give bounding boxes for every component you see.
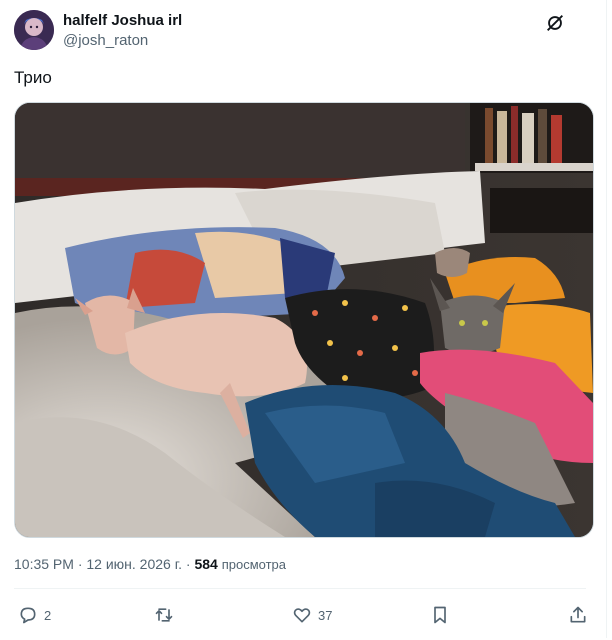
meta-separator: · xyxy=(77,556,83,572)
tweet-card: halfelf Joshua irl @josh_raton Трио 10:3… xyxy=(0,0,607,638)
tweet-date[interactable]: 12 июн. 2026 г. xyxy=(86,556,182,572)
reply-icon xyxy=(20,607,36,624)
like-button[interactable]: 37 xyxy=(292,602,332,628)
action-bar: 2 37 xyxy=(14,596,586,634)
bookmark-icon xyxy=(434,606,446,624)
share-button[interactable] xyxy=(568,602,588,628)
views-label: просмотра xyxy=(221,557,287,572)
tweet-photo[interactable] xyxy=(14,102,594,538)
tweet-metadata: 10:35 PM · 12 июн. 2026 г. · 584 просмот… xyxy=(14,556,286,572)
share-icon xyxy=(570,606,586,623)
user-handle[interactable]: @josh_raton xyxy=(63,32,148,49)
reply-button[interactable]: 2 xyxy=(18,602,51,628)
like-count: 37 xyxy=(318,607,333,623)
retweet-icon xyxy=(155,608,173,622)
avatar[interactable] xyxy=(14,10,54,50)
tweet-text: Трио xyxy=(14,68,52,87)
tweet-header: halfelf Joshua irl @josh_raton xyxy=(14,10,586,54)
retweet-button[interactable] xyxy=(154,602,180,628)
divider xyxy=(14,588,586,589)
tweet-time[interactable]: 10:35 PM xyxy=(14,556,74,572)
views-count: 584 xyxy=(194,556,218,572)
bookmark-button[interactable] xyxy=(430,602,450,628)
heart-icon xyxy=(293,608,311,623)
display-name[interactable]: halfelf Joshua irl xyxy=(63,12,182,29)
reply-count: 2 xyxy=(44,607,52,623)
grok-icon[interactable] xyxy=(544,12,566,34)
meta-separator: · xyxy=(185,556,191,572)
